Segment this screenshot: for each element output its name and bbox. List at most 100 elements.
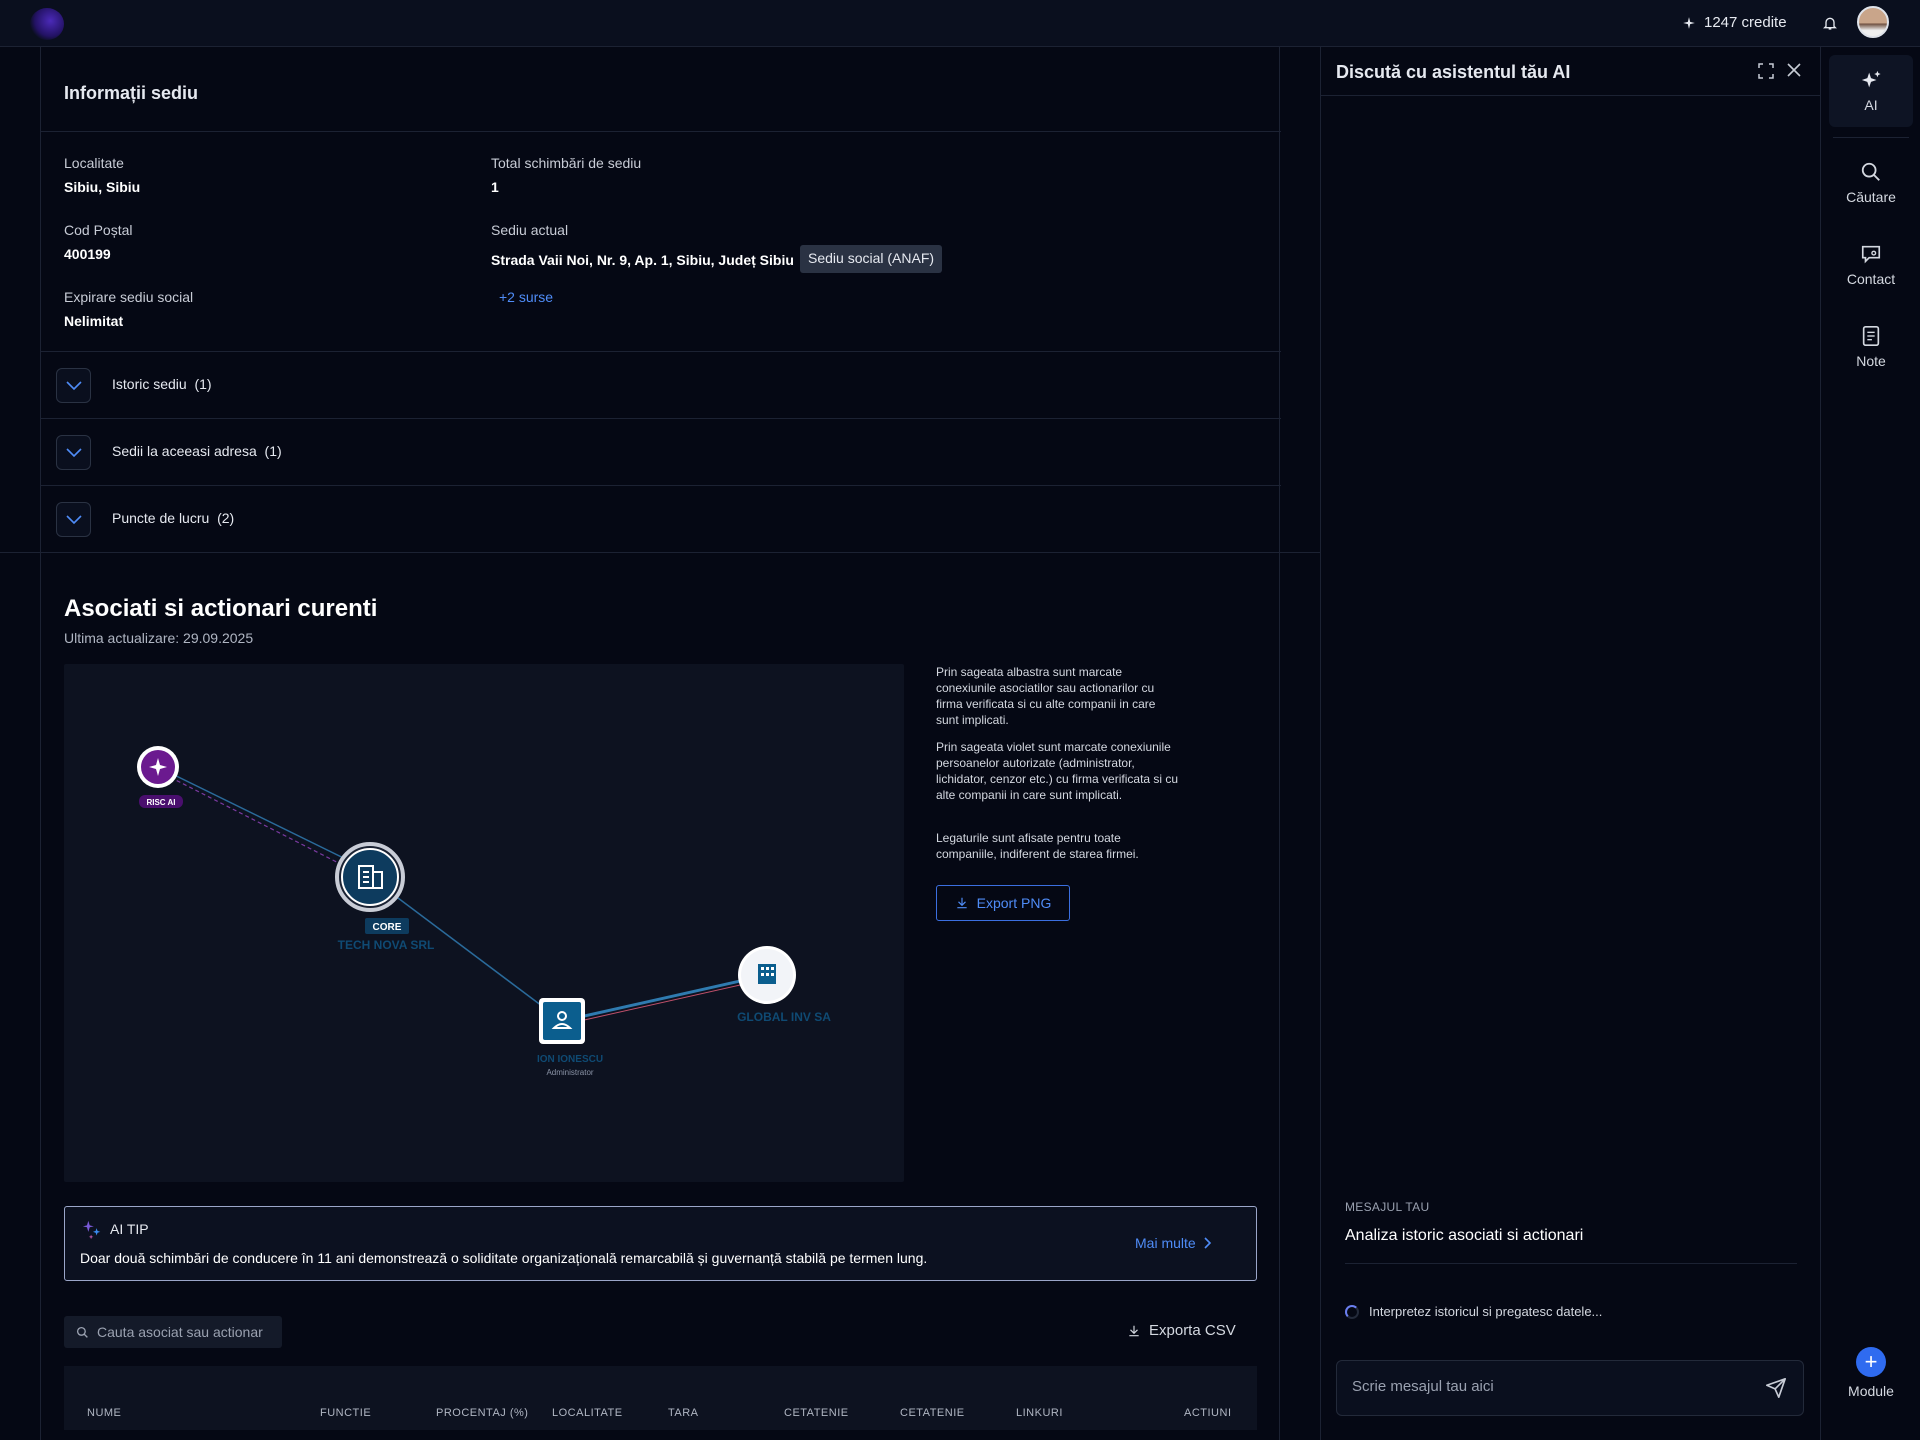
associates-table-header: NUME FUNCTIE PROCENTAJ (%) LOCALITATE TA… [64,1366,1257,1430]
divider [1321,95,1821,96]
rail-label: Note [1856,353,1886,369]
modules-button[interactable]: + Module [1829,1347,1913,1419]
company-node[interactable]: GLOBAL INV SA [737,946,831,1024]
risk-node[interactable]: RISC AI [137,746,183,808]
export-csv-button[interactable]: Exporta CSV [1127,1322,1236,1339]
person-node[interactable]: ION IONESCU Administrator [537,998,603,1077]
chat-input[interactable] [1352,1378,1752,1395]
rail-label: Căutare [1846,189,1896,205]
plus-icon: + [1856,1347,1886,1377]
rail-label: AI [1864,97,1878,113]
search-icon [76,1326,88,1338]
cod-postal-label: Cod Poștal [64,222,133,238]
sediu-social-badge: Sediu social (ANAF) [800,245,943,273]
ai-chat-panel: Discută cu asistentul tău AI MESAJUL TAU… [1320,47,1821,1440]
accordion-puncte-de-lucru[interactable]: Puncte de lucru (2) [41,485,1281,552]
export-csv-label: Exporta CSV [1149,1322,1236,1339]
divider [1345,1263,1797,1264]
expand-icon[interactable] [1758,63,1774,79]
last-updated: Ultima actualizare: 29.09.2025 [64,630,254,646]
main-content: Informații sediu Localitate Sibiu, Sibiu… [0,47,1320,1440]
rail-label: Contact [1846,271,1896,287]
chat-title: Discută cu asistentul tău AI [1336,62,1571,82]
core-company-name: TECH NOVA SRL [338,938,435,952]
rail-label: Module [1848,1383,1894,1399]
app-logo[interactable] [30,8,64,40]
section-title: Asociati si actionari curenti [64,595,378,622]
legend-violet-arrow: Prin sageata violet sunt marcate conexiu… [936,740,1179,802]
column-header[interactable]: ACTIUNI [1184,1407,1232,1419]
chevron-down-icon [65,447,82,457]
sediu-actual-label: Sediu actual [491,222,569,238]
accordion-count: (2) [217,510,235,526]
core-company-node[interactable]: CORE TECH NOVA SRL [335,842,435,952]
expand-button[interactable] [56,502,91,537]
associate-search[interactable] [64,1316,282,1348]
column-header[interactable]: LINKURI [1016,1407,1063,1419]
read-more-label: Mai multe [1135,1235,1196,1251]
headquarters-info-card: Informații sediu Localitate Sibiu, Sibiu… [40,47,1281,553]
core-badge: CORE [373,922,402,933]
expirare-label: Expirare sediu social [64,289,194,305]
ai-tip-label: AI TIP [110,1221,149,1237]
export-png-button[interactable]: Export PNG [936,885,1070,921]
expirare-value: Nelimitat [64,313,124,329]
column-header[interactable]: LOCALITATE [552,1407,623,1419]
accordion-label: Puncte de lucru [112,510,210,526]
credits-indicator[interactable]: 1247 credite [1682,14,1787,31]
localitate-label: Localitate [64,155,124,171]
send-icon[interactable] [1765,1377,1787,1399]
accordion-label: Sedii la aceeasi adresa [112,443,257,459]
message-label: MESAJUL TAU [1345,1200,1430,1214]
rail-item-search[interactable]: Căutare [1829,147,1913,219]
column-header[interactable]: NUME [87,1407,121,1419]
close-icon[interactable] [1787,63,1801,77]
download-icon [956,897,967,909]
accordion-count: (1) [264,443,282,459]
associates-card: Asociati si actionari curenti Ultima act… [40,553,1280,1440]
legend-blue-arrow: Prin sageata albastra sunt marcate conex… [936,665,1156,727]
graph-canvas[interactable]: RISC AI CORE TECH NOVA SRL ION IONESCU A… [64,664,904,1182]
person-name: ION IONESCU [537,1054,603,1065]
search-icon [1861,162,1880,181]
expand-button[interactable] [56,435,91,470]
company-name: GLOBAL INV SA [737,1010,831,1024]
credits-label: 1247 credite [1704,14,1787,31]
thinking-status: Interpretez istoricul si pregatesc datel… [1345,1304,1602,1319]
expand-button[interactable] [56,368,91,403]
column-header[interactable]: CETATENIE [900,1407,965,1419]
bell-icon[interactable] [1822,14,1838,32]
column-header[interactable]: TARA [668,1407,699,1419]
rail-item-ai[interactable]: AI [1829,55,1913,127]
total-schimbari-value: 1 [491,179,499,195]
accordion-label: Istoric sediu [112,376,187,392]
accordion-count: (1) [194,376,212,392]
ai-tip-banner: AI TIP Doar două schimbări de conducere … [64,1206,1257,1281]
column-header[interactable]: PROCENTAJ (%) [436,1407,528,1419]
person-role: Administrator [546,1068,593,1077]
sediu-actual-value: Strada Vaii Noi, Nr. 9, Ap. 1, Sibiu, Ju… [491,252,794,268]
legend-note: Legaturile sunt afisate pentru toate com… [936,831,1139,861]
thinking-text: Interpretez istoricul si pregatesc datel… [1369,1304,1603,1319]
chat-user-icon [1861,245,1881,264]
accordion-sedii-aceeasi-adresa[interactable]: Sedii la aceeasi adresa (1) [41,418,1281,485]
chevron-right-icon [1204,1237,1211,1249]
chevron-down-icon [65,514,82,524]
right-rail: AI Căutare Contact Note + Module [1820,47,1920,1440]
column-header[interactable]: FUNCTIE [320,1407,371,1419]
total-schimbari-label: Total schimbări de sediu [491,155,642,171]
sources-link[interactable]: +2 surse [499,289,553,305]
relationship-graph[interactable]: RISC AI CORE TECH NOVA SRL ION IONESCU A… [64,664,904,1182]
risk-badge: RISC AI [146,798,175,807]
read-more-link[interactable]: Mai multe [1135,1235,1212,1251]
rail-item-contact[interactable]: Contact [1829,229,1913,301]
chat-input-box[interactable] [1336,1360,1804,1416]
accordion-istoric-sediu[interactable]: Istoric sediu (1) [41,351,1281,418]
link-risk-core-violet [157,770,365,877]
search-input[interactable] [97,1324,277,1340]
user-message: Analiza istoric asociati si actionari [1345,1227,1584,1244]
column-header[interactable]: CETATENIE [784,1407,849,1419]
rail-item-note[interactable]: Note [1829,311,1913,383]
user-avatar[interactable] [1857,6,1889,38]
note-icon [1862,326,1880,346]
